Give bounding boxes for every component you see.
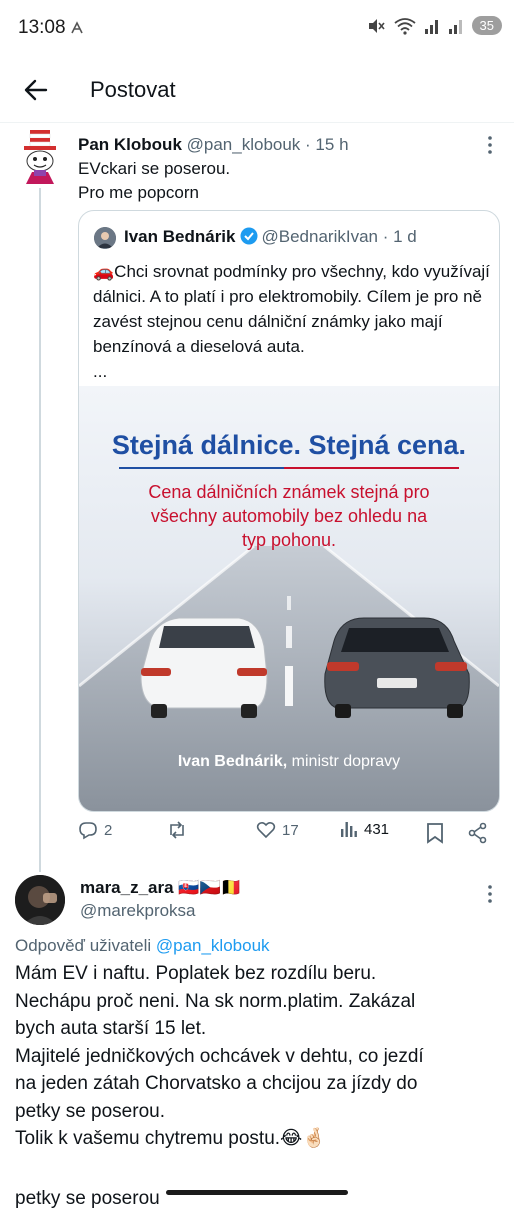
reply-text-line: Tolik k vašemu chytremu postu.😂🤞🏻 <box>15 1128 326 1149</box>
status-bar: 13:08 35 <box>0 0 514 58</box>
quoted-author-avatar <box>94 227 116 249</box>
views-button[interactable]: 431 <box>340 820 389 838</box>
thread-line <box>39 188 41 872</box>
quoted-text-ellipsis: ... <box>93 362 108 381</box>
reply-text-line: Mám EV i naftu. Poplatek bez rozdílu ber… <box>15 963 377 984</box>
replying-to-label: Odpověď uživateli <box>15 936 156 955</box>
image-caption: Ivan Bednárik, ministr dopravy <box>178 753 400 770</box>
top-bar: Postovat <box>0 58 514 123</box>
reply-count: 2 <box>104 821 113 839</box>
quoted-text-body: 🚗Chci srovnat podmínky pro všechny, kdo … <box>93 262 490 356</box>
bookmark-icon[interactable] <box>426 822 444 844</box>
image-subline: Cena dálničních známek stejná pro <box>148 482 429 502</box>
reply-button[interactable]: 2 <box>78 820 112 840</box>
avatar-marekproksa[interactable] <box>15 875 65 925</box>
like-count: 17 <box>282 821 299 839</box>
network-activity-icon <box>71 21 83 34</box>
quoted-header: Ivan Bednárik @BednarikIvan · 1 d <box>124 227 417 247</box>
tweet-time: · 15 h <box>305 135 349 154</box>
replying-to: Odpověď uživateli @pan_klobouk <box>15 936 270 956</box>
like-button[interactable]: 17 <box>256 820 299 840</box>
reply-text-line: na jeden zátah Chorvatsko a chcijou za j… <box>15 1073 418 1094</box>
signal-icon <box>424 19 438 34</box>
author-name[interactable]: Pan Klobouk <box>78 135 182 154</box>
verified-badge-icon <box>240 227 257 245</box>
reply-icon <box>79 822 97 840</box>
author-handle[interactable]: @pan_klobouk <box>187 135 301 154</box>
tweet-text-line: Pro me popcorn <box>78 183 199 202</box>
author-handle[interactable]: @marekproksa <box>80 901 196 921</box>
image-caption-role: ministr dopravy <box>287 753 400 770</box>
image-subline: typ pohonu. <box>242 530 336 550</box>
reply-text-line: Nechápu proč neni. Na sk norm.platim. Za… <box>15 990 416 1012</box>
tweet-text-line: EVckari se poserou. <box>78 159 231 178</box>
heart-icon <box>256 821 276 839</box>
more-options-icon[interactable] <box>478 133 502 157</box>
tweet-header: Pan Klobouk @pan_klobouk · 15 h <box>78 135 349 155</box>
quoted-author-handle: @BednarikIvan <box>261 227 379 246</box>
avatar-cat-in-hat[interactable] <box>20 128 60 186</box>
retweet-icon <box>170 821 184 839</box>
more-options-icon[interactable] <box>478 882 502 906</box>
retweet-button[interactable] <box>166 820 194 840</box>
reply-text-line: petky se poserou. <box>15 1100 165 1122</box>
author-name[interactable]: mara_z_ara 🇸🇰🇨🇿🇧🇪 <box>80 878 242 898</box>
replying-to-handle[interactable]: @pan_klobouk <box>156 936 270 955</box>
reply-text: Mám EV i naftu. Poplatek bez rozdílu ber… <box>15 960 505 1153</box>
signal-2-icon <box>448 19 462 34</box>
back-arrow-icon[interactable] <box>22 76 50 104</box>
quoted-author-name: Ivan Bednárik <box>124 227 236 246</box>
views-count: 431 <box>364 820 390 838</box>
quoted-time: · 1 d <box>382 227 417 246</box>
battery-indicator: 35 <box>471 16 502 35</box>
quoted-text: 🚗Chci srovnat podmínky pro všechny, kdo … <box>93 259 493 384</box>
image-caption-name: Ivan Bednárik, <box>178 753 287 770</box>
gesture-home-bar[interactable] <box>166 1190 348 1195</box>
share-icon[interactable] <box>468 822 488 844</box>
reply-text-line: bych auta starší 15 let. <box>15 1018 207 1039</box>
quoted-image[interactable]: Stejná dálnice. Stejná cena. Cena dálnič… <box>79 386 499 811</box>
page-title: Postovat <box>90 77 176 102</box>
clipped-text-line: petky se poserou <box>15 1188 160 1209</box>
quoted-tweet[interactable]: Ivan Bednárik @BednarikIvan · 1 d 🚗Chci … <box>78 210 500 812</box>
mute-icon <box>368 18 385 33</box>
image-subline: všechny automobily bez ohledu na <box>151 506 428 526</box>
wifi-icon <box>393 17 416 35</box>
tweet-actions: 2 17 431 <box>78 820 498 850</box>
dark-car <box>324 617 470 718</box>
status-icons: 35 <box>366 16 502 35</box>
image-headline: Stejná dálnice. Stejná cena. <box>112 430 466 460</box>
status-time: 13:08 <box>18 17 66 38</box>
reply-text-line: Majitelé jedničkových ochcávek v dehtu, … <box>15 1045 424 1067</box>
views-chart-icon <box>341 822 357 837</box>
white-car <box>140 617 268 718</box>
